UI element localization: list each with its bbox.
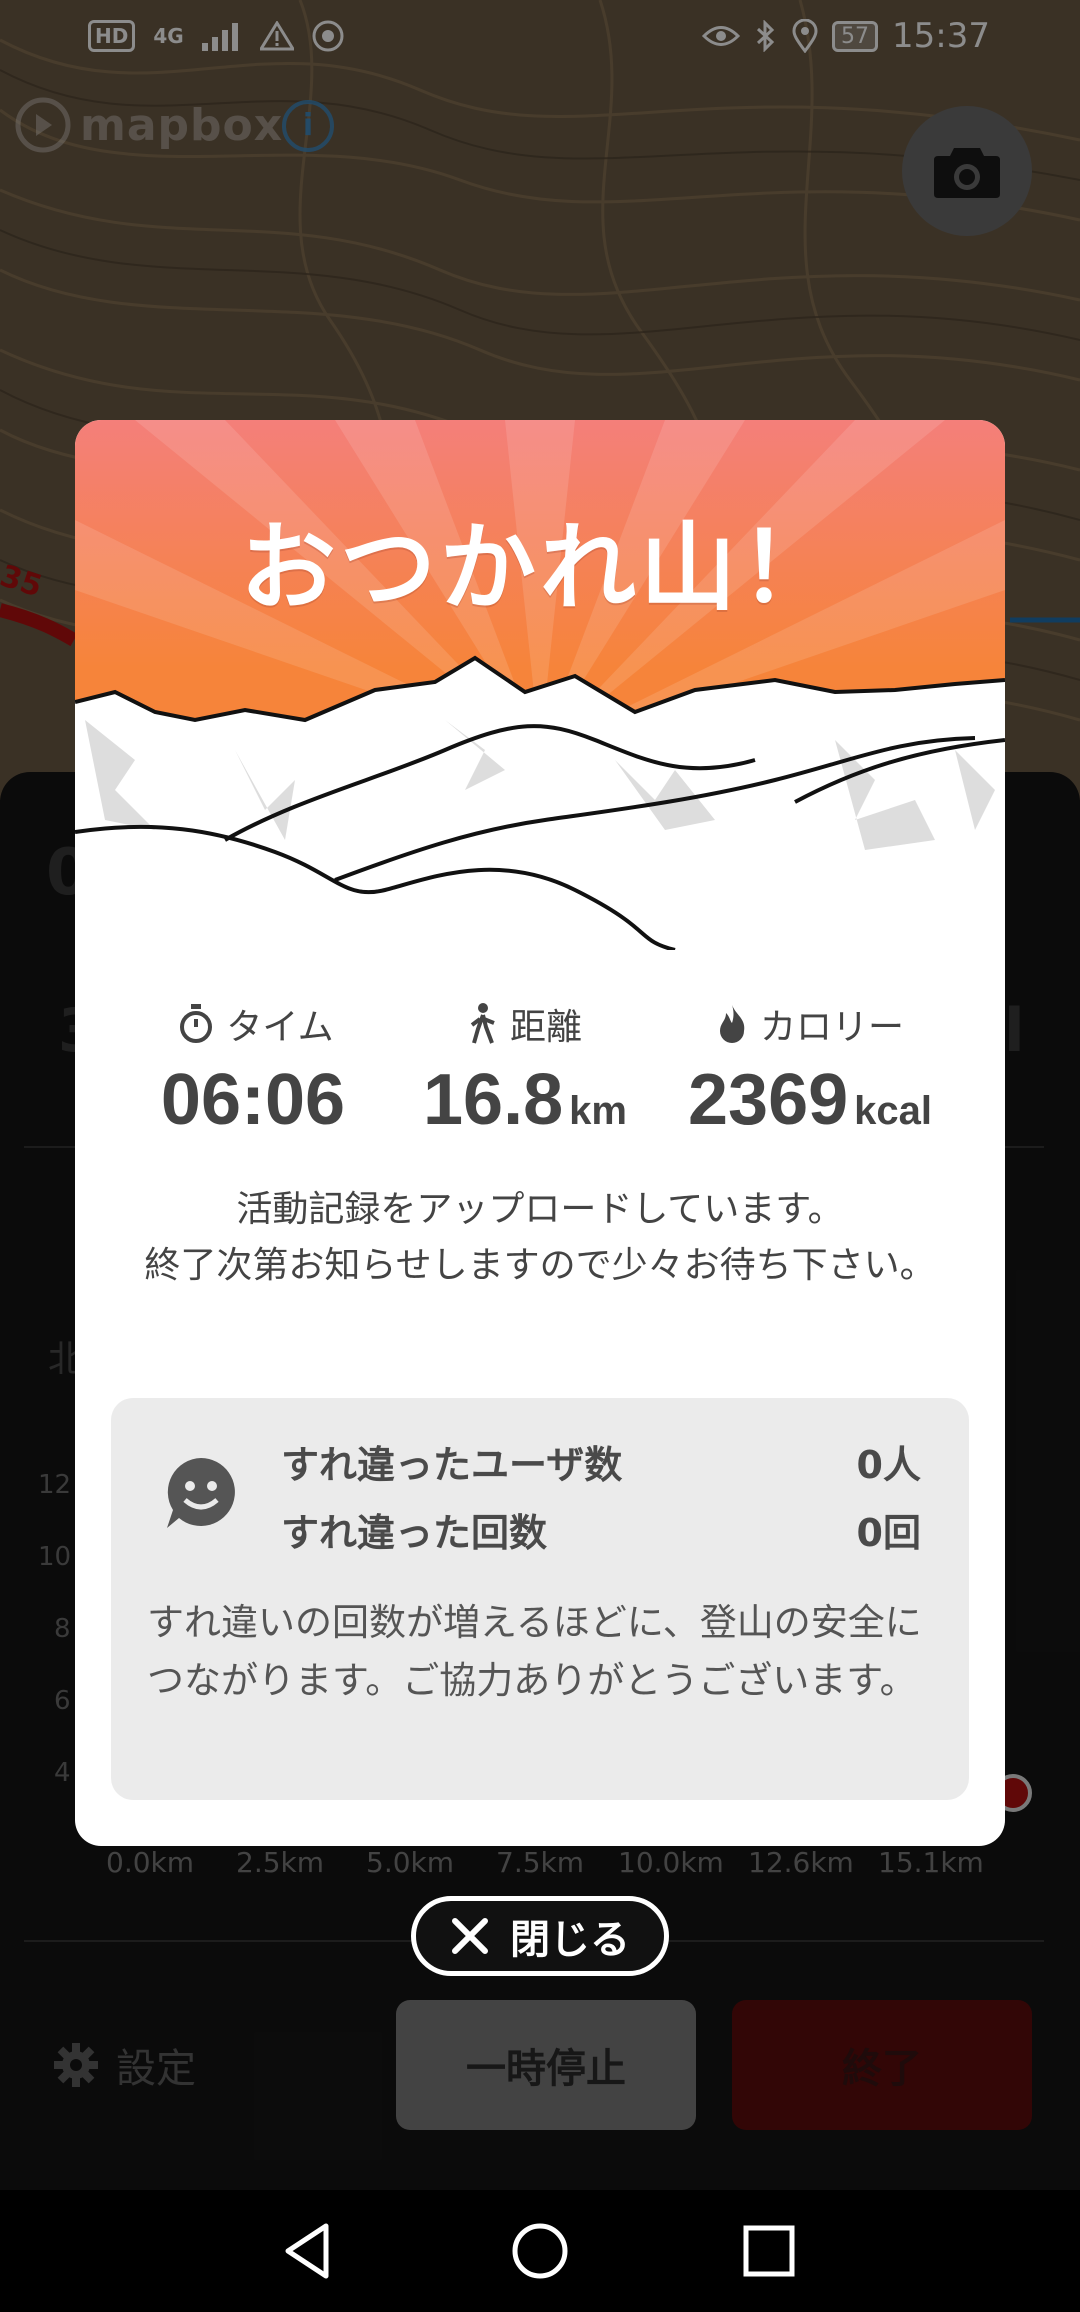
upload-message: 活動記録をアップロードしています。 終了次第お知らせしますので少々お待ち下さい。: [144, 1189, 936, 1286]
back-icon[interactable]: [276, 2218, 342, 2284]
stat-distance-unit: km: [569, 1089, 627, 1133]
encounter-count-row: すれ違った回数 0回: [281, 1502, 921, 1557]
home-icon[interactable]: [507, 2218, 573, 2284]
encounter-users-label: すれ違ったユーザ数: [281, 1443, 623, 1487]
system-nav-bar: [0, 2190, 1080, 2312]
modal-headline: おつかれ山！: [240, 512, 840, 624]
smile-bubble-icon: [161, 1454, 241, 1538]
stat-calories: カロリー 2369 kcal: [665, 998, 955, 1151]
flame-icon: [719, 1005, 745, 1043]
encounter-note: すれ違いの回数が増えるほどに、登山の安全につながります。ご協力ありがとうございま…: [147, 1601, 922, 1702]
stat-calories-unit: kcal: [854, 1089, 933, 1133]
encounter-count-value: 0回: [856, 1511, 921, 1555]
stopwatch-icon: [180, 1004, 213, 1043]
hiker-icon: [470, 1003, 495, 1044]
encounter-users-row: すれ違ったユーザ数 0人: [281, 1434, 921, 1489]
stat-time-label: タイム: [226, 1007, 334, 1048]
completion-modal: おつかれ山！ タイム 06:06 距離 16.8 km カロリー 2369 kc…: [75, 420, 1005, 1846]
recents-icon[interactable]: [736, 2218, 802, 2284]
encounter-users-value: 0人: [856, 1443, 921, 1487]
close-label: 閉じる: [510, 1917, 630, 1963]
close-icon: [452, 1918, 488, 1954]
stat-distance-label: 距離: [509, 1007, 582, 1048]
stat-calories-label: カロリー: [759, 1007, 904, 1048]
stat-time-value: 06:06: [160, 1060, 346, 1140]
stat-time: タイム 06:06: [131, 998, 381, 1151]
encounter-summary: すれ違ったユーザ数 0人 すれ違った回数 0回 すれ違いの回数が増えるほどに、登…: [111, 1398, 969, 1800]
stat-distance-value: 16.8: [423, 1060, 564, 1140]
encounter-count-label: すれ違った回数: [281, 1511, 548, 1555]
close-button[interactable]: 閉じる: [411, 1896, 669, 1976]
stat-calories-value: 2369: [687, 1060, 849, 1140]
stat-distance: 距離 16.8 km: [393, 998, 657, 1151]
